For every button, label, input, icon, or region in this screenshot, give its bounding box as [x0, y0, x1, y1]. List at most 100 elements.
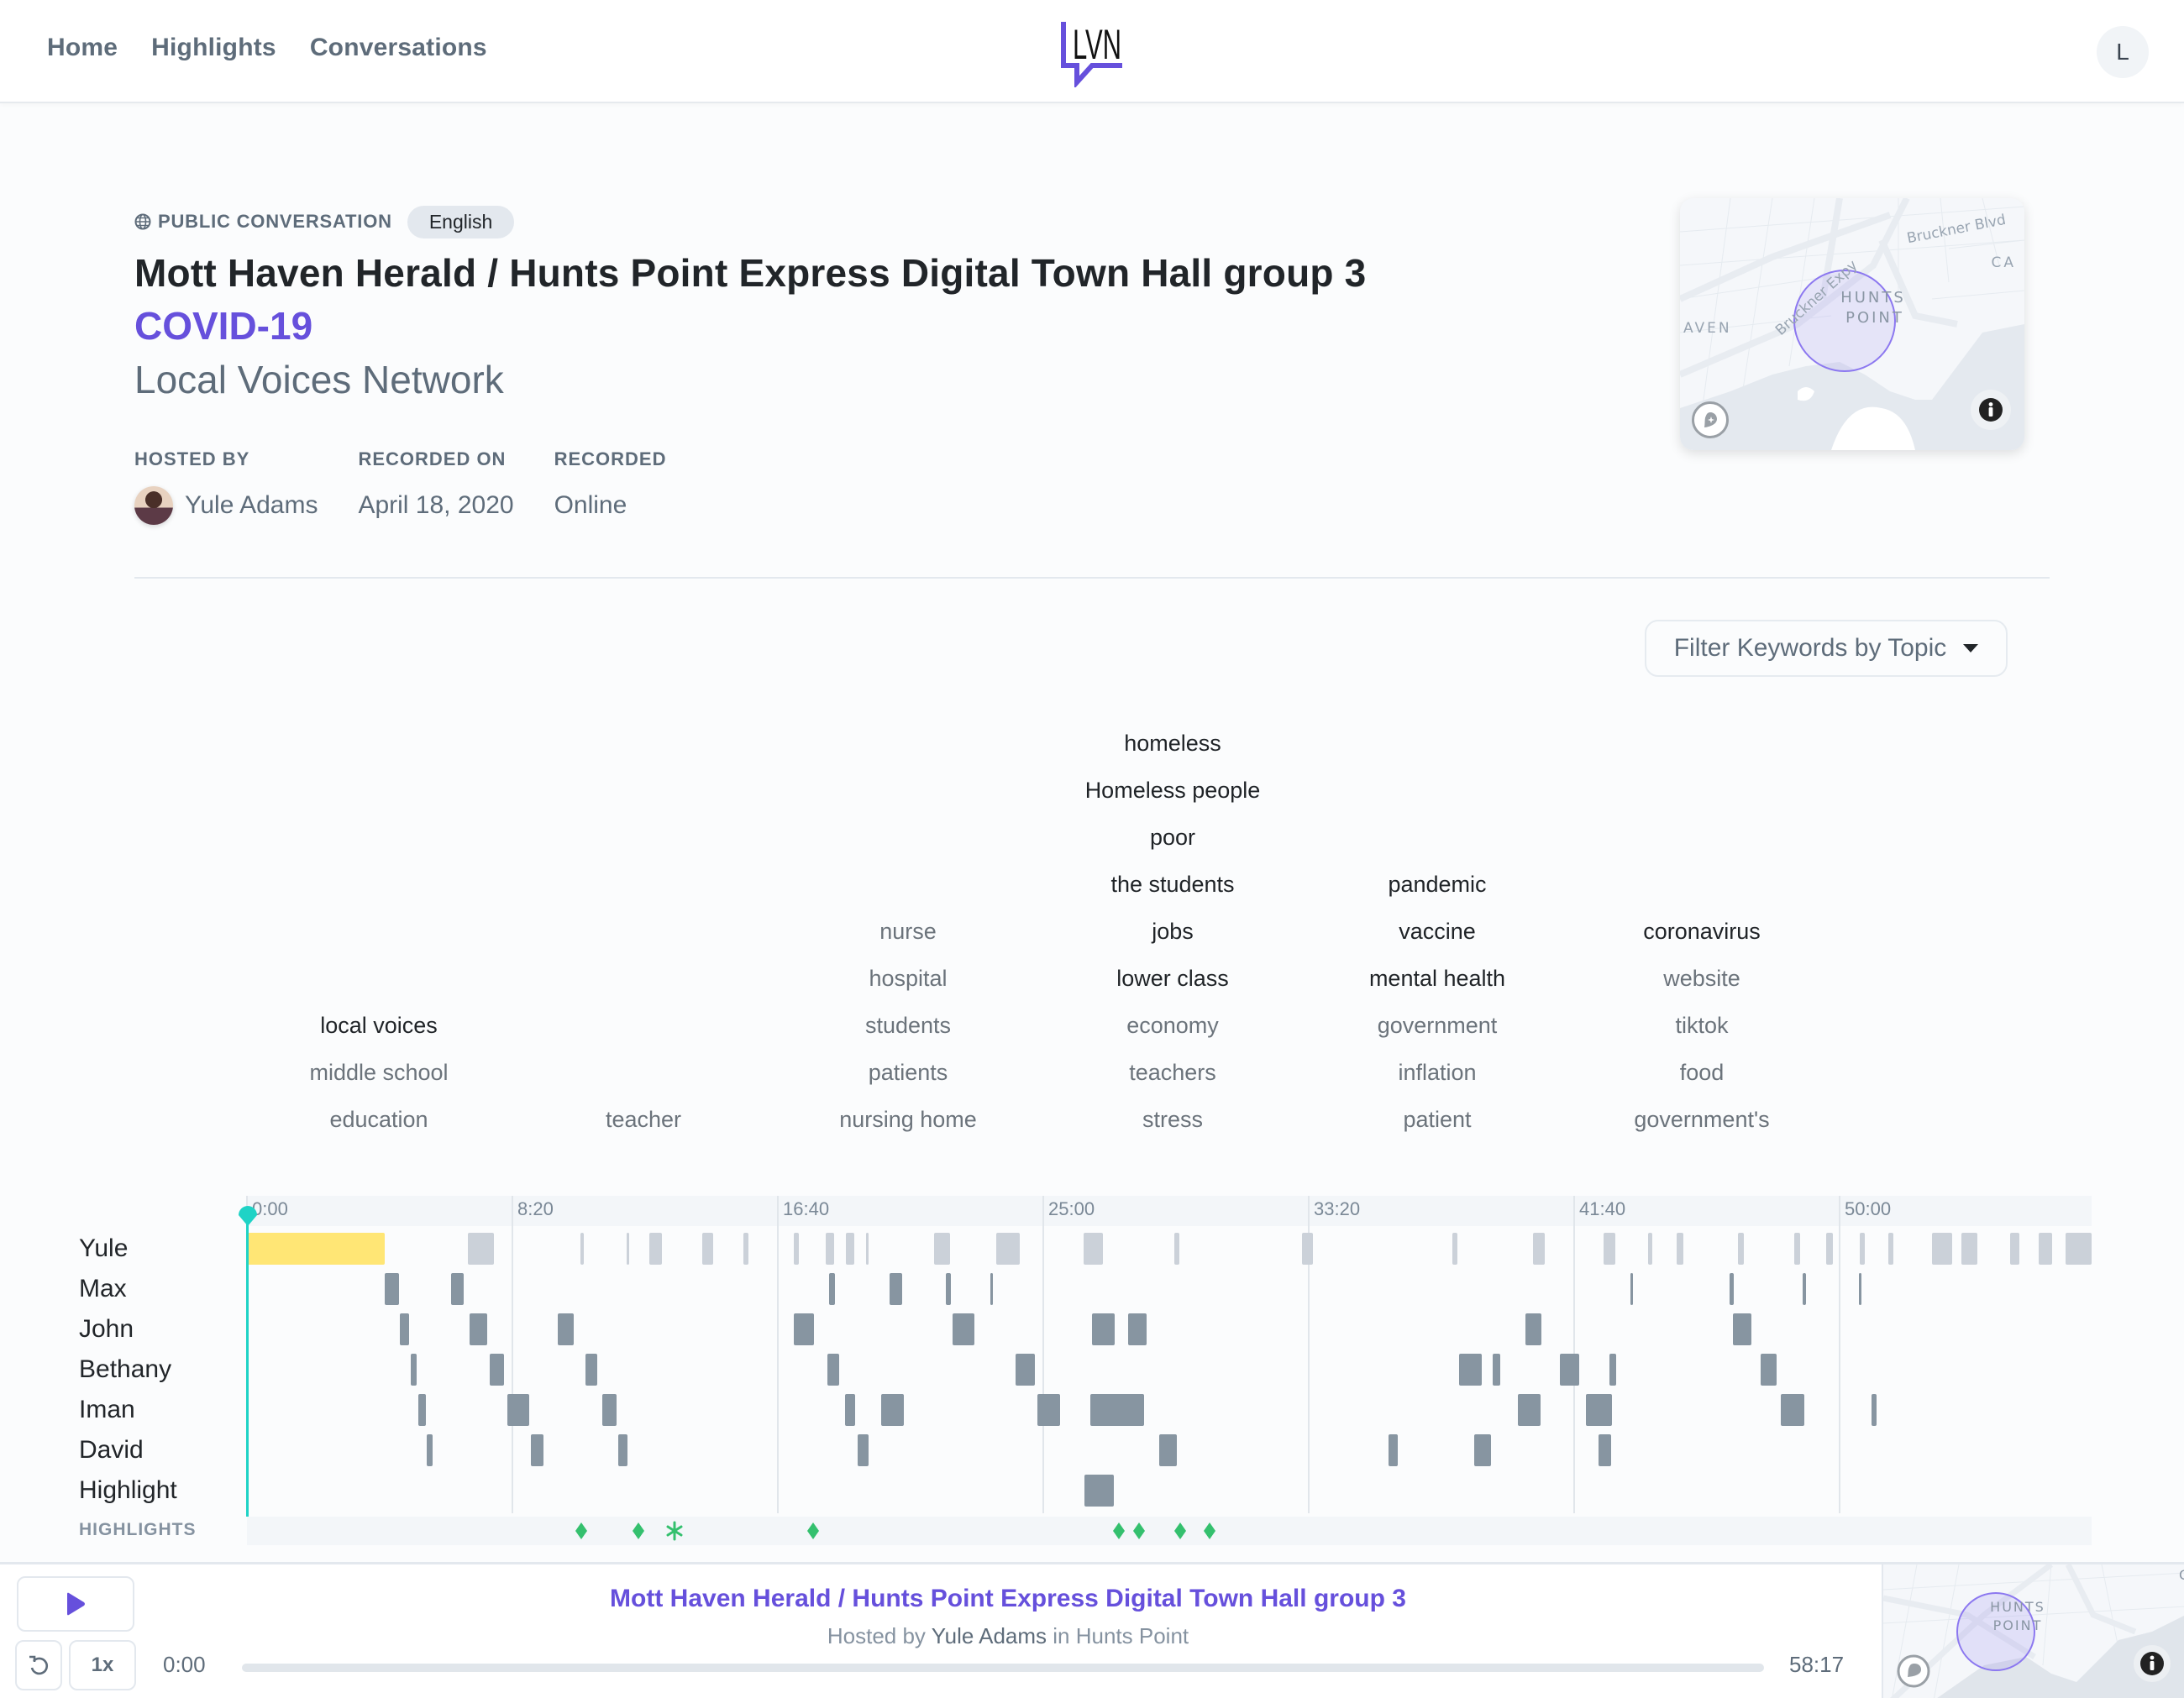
speech-segment[interactable] [1092, 1313, 1115, 1345]
speech-segment[interactable] [1603, 1233, 1615, 1265]
speech-segment[interactable] [1738, 1233, 1745, 1265]
speech-segment[interactable] [1174, 1233, 1179, 1265]
keyword[interactable]: students [865, 1013, 951, 1039]
speech-segment[interactable] [1676, 1233, 1684, 1265]
speech-segment[interactable] [1452, 1233, 1457, 1265]
keyword[interactable]: pandemic [1388, 872, 1486, 898]
speech-segment[interactable] [1826, 1233, 1833, 1265]
speech-segment[interactable] [946, 1273, 952, 1305]
speech-segment[interactable] [1609, 1354, 1616, 1386]
speech-segment[interactable] [1388, 1434, 1399, 1466]
speech-segment[interactable] [1931, 1233, 1952, 1265]
speech-segment[interactable] [626, 1233, 630, 1265]
keyword[interactable]: government [1378, 1013, 1498, 1039]
keyword[interactable]: coronavirus [1643, 919, 1761, 945]
speech-segment[interactable] [2065, 1233, 2092, 1265]
nav-home-link[interactable]: Home [47, 34, 118, 62]
speech-segment[interactable] [952, 1313, 974, 1345]
speech-segment[interactable] [1473, 1434, 1492, 1466]
highlight-marker[interactable] [1201, 1521, 1218, 1541]
keyword[interactable]: jobs [1152, 919, 1194, 945]
location-map[interactable]: HUNTS POINT Bruckner Blvd CA AVEN Bruckn… [1680, 198, 2024, 450]
speech-segment[interactable] [825, 1233, 834, 1265]
speech-segment[interactable] [857, 1434, 869, 1466]
user-avatar-button[interactable]: L [2097, 26, 2149, 78]
keyword[interactable]: vaccine [1399, 919, 1476, 945]
speech-segment[interactable] [1599, 1434, 1611, 1466]
speech-segment[interactable] [1794, 1233, 1801, 1265]
speech-segment[interactable] [933, 1233, 950, 1265]
speech-segment[interactable] [1871, 1394, 1877, 1426]
highlight-marker-asterisk[interactable] [666, 1521, 683, 1541]
keyword[interactable]: food [1680, 1060, 1725, 1086]
speech-segment[interactable] [1037, 1394, 1061, 1426]
speech-segment[interactable] [1559, 1354, 1580, 1386]
speech-segment[interactable] [829, 1273, 836, 1305]
speech-segment[interactable] [470, 1313, 488, 1345]
keyword[interactable]: poor [1150, 825, 1195, 851]
highlight-marker[interactable] [630, 1521, 647, 1541]
filter-keywords-dropdown[interactable]: Filter Keywords by Topic [1645, 620, 2008, 677]
speech-segment[interactable] [489, 1354, 504, 1386]
speech-segment[interactable] [990, 1273, 994, 1305]
playhead-handle[interactable] [237, 1203, 259, 1227]
keyword[interactable]: education [329, 1107, 428, 1133]
speech-segment[interactable] [1532, 1233, 1546, 1265]
speaker-label[interactable]: Max [79, 1275, 127, 1303]
keyword[interactable]: patients [869, 1060, 948, 1086]
speech-segment[interactable] [793, 1233, 800, 1265]
speech-segment[interactable] [467, 1233, 494, 1265]
speech-segment[interactable] [702, 1233, 713, 1265]
speech-segment[interactable] [1015, 1354, 1035, 1386]
host-name-link[interactable]: Yule Adams [185, 491, 318, 520]
mini-map-pin-icon[interactable] [1897, 1654, 1930, 1688]
nav-conversations-link[interactable]: Conversations [310, 34, 487, 62]
speech-segment[interactable] [793, 1313, 814, 1345]
language-pill[interactable]: English [407, 205, 515, 238]
speech-segment[interactable] [995, 1233, 1021, 1265]
speech-segment[interactable] [845, 1233, 854, 1265]
keyword[interactable]: website [1663, 966, 1740, 992]
speech-segment[interactable] [1630, 1273, 1633, 1305]
speech-segment[interactable] [1729, 1273, 1735, 1305]
highlight-marker[interactable] [805, 1521, 822, 1541]
speech-segment[interactable] [585, 1354, 598, 1386]
progress-bar[interactable] [242, 1664, 1764, 1672]
speech-segment[interactable] [557, 1313, 574, 1345]
keyword[interactable]: nurse [879, 919, 937, 945]
highlight-marker[interactable] [573, 1521, 590, 1541]
map-pin-icon[interactable] [1692, 401, 1729, 438]
keyword[interactable]: homeless [1124, 731, 1221, 757]
keyword[interactable]: teacher [606, 1107, 681, 1133]
highlight-marker[interactable] [1131, 1521, 1147, 1541]
speech-segment[interactable] [1888, 1233, 1893, 1265]
speech-segment[interactable] [417, 1394, 426, 1426]
speaker-label[interactable]: Iman [79, 1396, 135, 1424]
speech-segment[interactable] [865, 1233, 869, 1265]
keyword[interactable]: tiktok [1675, 1013, 1728, 1039]
speech-segment[interactable] [410, 1354, 417, 1386]
keyword[interactable]: economy [1126, 1013, 1219, 1039]
keyword[interactable]: nursing home [839, 1107, 977, 1133]
speech-segment[interactable] [247, 1233, 385, 1265]
speaker-label[interactable]: David [79, 1436, 144, 1465]
speech-segment[interactable] [1858, 1273, 1861, 1305]
keyword[interactable]: government's [1634, 1107, 1769, 1133]
player-mini-map[interactable]: HUNTS POINT C [1882, 1564, 2184, 1698]
speaker-label[interactable]: John [79, 1315, 134, 1344]
speech-segment[interactable] [1802, 1273, 1807, 1305]
speaker-label[interactable]: Highlight [79, 1476, 177, 1505]
speech-segment[interactable] [890, 1273, 902, 1305]
highlight-marker[interactable] [1110, 1521, 1127, 1541]
speech-segment[interactable] [531, 1434, 543, 1466]
keyword[interactable]: Homeless people [1085, 778, 1261, 804]
speech-segment[interactable] [845, 1394, 855, 1426]
speech-segment[interactable] [1525, 1313, 1541, 1345]
keyword[interactable]: inflation [1398, 1060, 1476, 1086]
speech-segment[interactable] [450, 1273, 465, 1305]
highlight-marker[interactable] [1172, 1521, 1189, 1541]
speech-segment[interactable] [580, 1233, 585, 1265]
speaker-label[interactable]: Yule [79, 1234, 128, 1263]
keyword[interactable]: lower class [1116, 966, 1229, 992]
info-icon[interactable] [1971, 390, 2011, 430]
